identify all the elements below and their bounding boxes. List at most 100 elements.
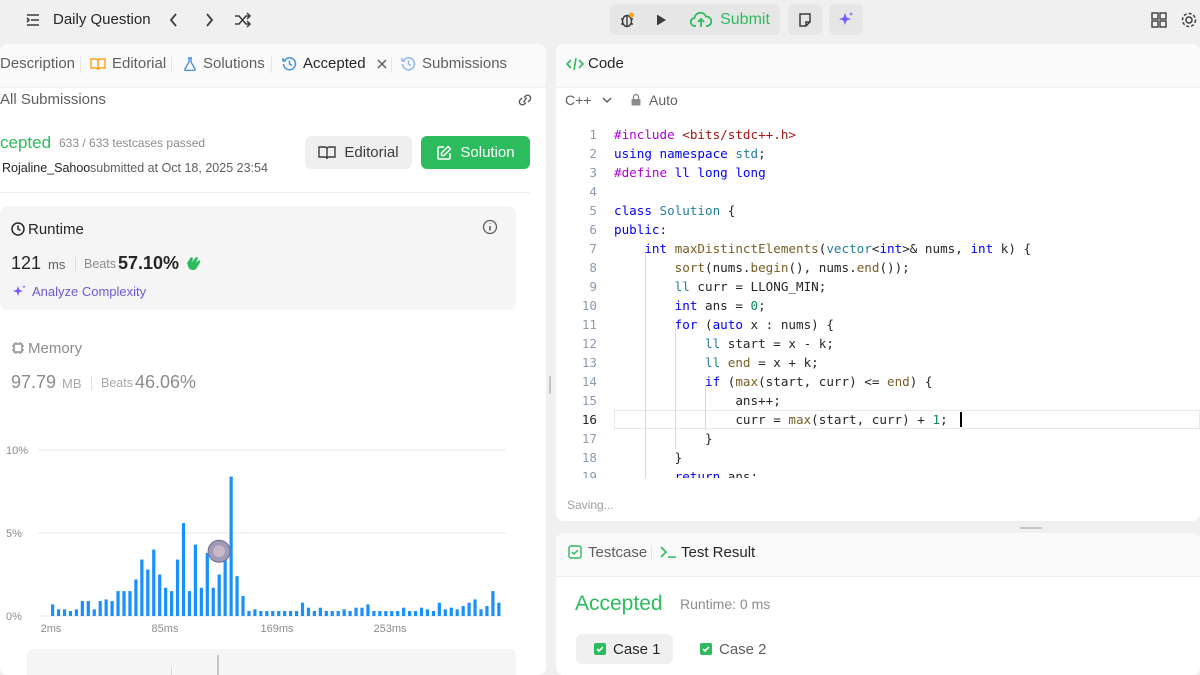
chevron-left-icon[interactable] [168, 12, 180, 28]
histogram-bar[interactable] [74, 609, 78, 616]
shuffle-icon[interactable] [234, 12, 252, 28]
histogram-bar[interactable] [330, 611, 334, 616]
histogram-bar[interactable] [461, 606, 465, 616]
histogram-bar[interactable] [146, 569, 150, 616]
code-line[interactable]: #define ll long long [614, 165, 766, 180]
histogram-bar[interactable] [104, 599, 108, 616]
tab-editorial[interactable]: Editorial [90, 55, 166, 72]
histogram-bar[interactable] [140, 559, 144, 616]
histogram-bar[interactable] [449, 607, 453, 616]
histogram-bar[interactable] [235, 576, 239, 616]
histogram-bar[interactable] [443, 609, 447, 616]
histogram-bar[interactable] [223, 559, 227, 616]
histogram-bar[interactable] [92, 609, 96, 616]
chart-range-selector[interactable] [27, 649, 516, 675]
close-icon[interactable] [376, 58, 388, 70]
code-line[interactable]: public: [614, 222, 667, 237]
code-line[interactable]: ll curr = LLONG_MIN; [614, 279, 827, 294]
histogram-bar[interactable] [455, 609, 459, 616]
tab-testcase[interactable]: Testcase [588, 544, 647, 561]
histogram-bar[interactable] [229, 476, 233, 616]
histogram-bar[interactable] [68, 611, 73, 616]
histogram-bar[interactable] [408, 611, 412, 616]
histogram-bar[interactable] [51, 604, 55, 616]
histogram-bar[interactable] [360, 607, 364, 616]
histogram-bar[interactable] [294, 611, 299, 616]
histogram-bar[interactable] [122, 591, 126, 616]
settings-gear-icon[interactable] [1180, 11, 1198, 29]
code-line[interactable]: int ans = 0; [614, 298, 766, 313]
histogram-bar[interactable] [419, 607, 424, 616]
histogram-bar[interactable] [491, 591, 495, 616]
submit-button[interactable]: Submit [680, 4, 780, 35]
histogram-bar[interactable] [164, 587, 168, 616]
histogram-bar[interactable] [467, 602, 471, 616]
code-line[interactable]: ll start = x - k; [614, 336, 834, 351]
histogram-bar[interactable] [181, 523, 186, 616]
histogram-bar[interactable] [413, 611, 418, 616]
analyze-complexity-link[interactable]: Analyze Complexity [32, 284, 146, 299]
code-line[interactable]: #include <bits/stdc++.h> [614, 127, 796, 142]
histogram-bar[interactable] [354, 607, 358, 616]
panel-resize-handle[interactable] [1020, 527, 1042, 529]
histogram-bar[interactable] [366, 604, 370, 616]
auto-mode-label[interactable]: Auto [649, 92, 678, 108]
histogram-bar[interactable] [324, 611, 328, 616]
histogram-bar[interactable] [300, 602, 305, 616]
histogram-bar[interactable] [372, 611, 376, 616]
range-handle[interactable] [217, 655, 219, 675]
histogram-bar[interactable] [110, 601, 114, 616]
histogram-bar[interactable] [56, 609, 61, 616]
histogram-bar[interactable] [193, 544, 197, 616]
histogram-bar[interactable] [336, 611, 340, 616]
code-line[interactable]: if (max(start, curr) <= end) { [614, 374, 933, 389]
code-line[interactable]: } [614, 431, 713, 446]
chevron-down-icon[interactable] [601, 95, 613, 105]
link-icon[interactable] [516, 92, 534, 108]
tab-test-result[interactable]: Test Result [681, 544, 755, 561]
run-button[interactable] [646, 6, 676, 34]
layout-icon[interactable] [1151, 12, 1167, 28]
histogram-bar[interactable] [175, 559, 180, 616]
histogram-bar[interactable] [396, 611, 400, 616]
histogram-bar[interactable] [199, 587, 203, 616]
histogram-bar[interactable] [80, 601, 84, 616]
solution-button[interactable]: Solution [421, 136, 530, 169]
histogram-bar[interactable] [318, 607, 322, 616]
submitter-name[interactable]: Rojaline_Sahoo [2, 161, 90, 175]
code-line[interactable]: } [614, 450, 683, 465]
language-select[interactable]: C++ [565, 92, 591, 108]
histogram-bar[interactable] [247, 611, 251, 616]
histogram-bar[interactable] [384, 611, 388, 616]
histogram-bar[interactable] [86, 601, 90, 616]
code-line[interactable]: ans++; [614, 393, 781, 408]
histogram-bar[interactable] [187, 591, 192, 616]
debug-button[interactable] [612, 6, 642, 34]
histogram-bar[interactable] [152, 549, 156, 616]
histogram-bar[interactable] [217, 574, 221, 617]
code-line[interactable]: sort(nums.begin(), nums.end()); [614, 260, 910, 275]
code-editor[interactable]: 1 #include <bits/stdc++.h> 2 using namespac… [557, 120, 1200, 478]
problem-list-icon[interactable] [25, 12, 41, 28]
code-line[interactable]: return ans; [614, 469, 758, 478]
info-icon[interactable] [482, 219, 498, 235]
runtime-distribution-chart[interactable]: 10% 5% 0% 2ms 85ms 169ms 253ms [0, 436, 520, 636]
histogram-bar[interactable] [431, 611, 435, 616]
histogram-bar[interactable] [271, 611, 275, 616]
histogram-bar[interactable] [259, 611, 263, 616]
histogram-bar[interactable] [158, 574, 162, 617]
histogram-bar[interactable] [134, 579, 138, 616]
ai-assistant-button[interactable] [829, 4, 863, 35]
histogram-bar[interactable] [479, 609, 483, 616]
histogram-bar[interactable] [128, 591, 132, 616]
notes-button[interactable] [788, 4, 822, 35]
histogram-bar[interactable] [437, 602, 441, 616]
daily-question-title[interactable]: Daily Question [53, 11, 151, 28]
code-line[interactable]: ll end = x + k; [614, 355, 819, 370]
tab-description[interactable]: Description [0, 55, 75, 72]
histogram-bar[interactable] [390, 611, 394, 616]
code-line[interactable]: int maxDistinctElements(vector<int>& num… [614, 241, 1031, 256]
histogram-bar[interactable] [283, 611, 287, 616]
case-2-tab[interactable]: Case 2 [719, 641, 767, 658]
memory-label[interactable]: Memory [28, 340, 82, 357]
